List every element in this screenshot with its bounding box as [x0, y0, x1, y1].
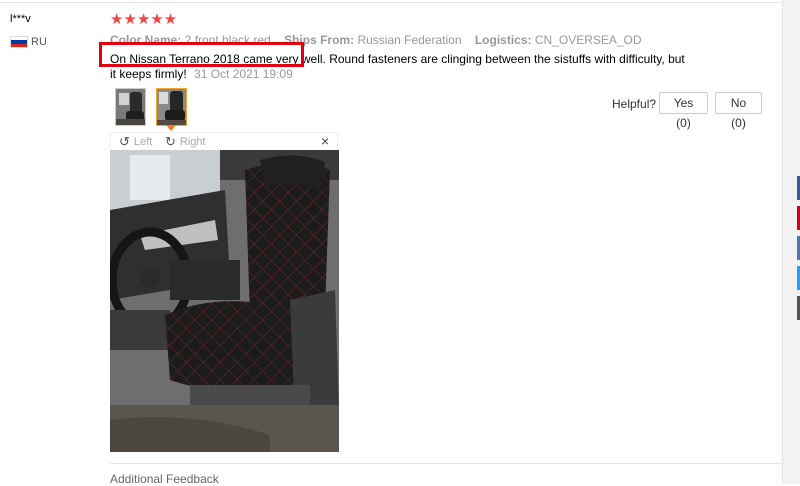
helpful-yes-button[interactable]: Yes (0) [659, 92, 708, 130]
selected-thumbnail-pointer [166, 125, 176, 131]
reviewer-name: l***v [10, 13, 31, 25]
country-code: RU [31, 36, 47, 48]
review-photo-thumbnail-2[interactable] [156, 88, 187, 126]
logistics-value: CN_OVERSEA_OD [534, 33, 642, 47]
review-photo-enlarged[interactable] [110, 150, 339, 452]
russia-flag-icon [10, 36, 28, 48]
rotate-right-button[interactable]: ↻ Right [165, 135, 206, 148]
rotate-right-label: Right [179, 135, 206, 148]
car-seat-thumbnail-icon [116, 89, 145, 125]
rotate-left-label: Left [133, 135, 153, 148]
highlight-box [99, 42, 304, 67]
rotate-left-button[interactable]: ↺ Left [119, 135, 152, 148]
star-rating: ★★★★★ [110, 11, 178, 28]
ships-from-value: Russian Federation [357, 33, 462, 47]
photo-viewer-toolbar: ↺ Left ↻ Right × [110, 132, 338, 150]
close-icon[interactable]: × [321, 133, 329, 149]
reviewer-country: RU [10, 36, 47, 48]
review-date: 31 Oct 2021 19:09 [194, 67, 293, 81]
rotate-left-icon: ↺ [119, 134, 130, 149]
section-divider [110, 463, 782, 464]
car-seat-thumbnail-icon [157, 89, 186, 125]
helpful-label: Helpful? [612, 97, 657, 111]
top-divider [0, 2, 782, 3]
review-photo-thumbnail-1[interactable] [115, 88, 146, 126]
logistics-label: Logistics: [474, 33, 532, 47]
helpful-no-button[interactable]: No (0) [715, 92, 762, 130]
rotate-right-icon: ↻ [165, 134, 176, 149]
